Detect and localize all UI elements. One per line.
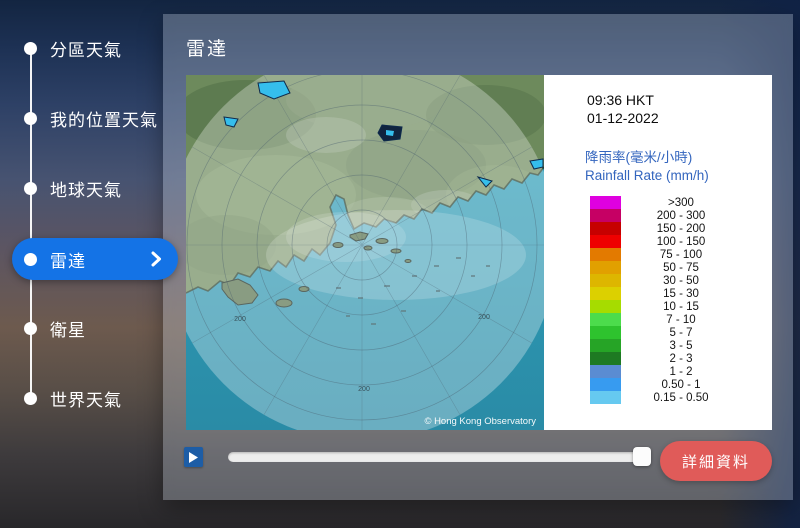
bullet-dot-icon	[24, 111, 37, 125]
bullet-dot-icon	[24, 181, 37, 195]
sidebar-item-world-weather[interactable]: 世界天氣	[12, 377, 178, 419]
rainfall-scale-label: 100 - 150	[656, 235, 706, 248]
rainfall-swatch	[590, 287, 621, 300]
rainfall-scale-row: 10 - 15	[590, 300, 741, 313]
bullet-dot-icon	[24, 321, 37, 335]
rainfall-swatch	[590, 326, 621, 339]
rainfall-scale-label: 3 - 5	[669, 339, 693, 352]
page-title: 雷達	[186, 39, 229, 60]
sidebar-item-label: 地球天氣	[50, 180, 122, 200]
range-ring-label: 200	[358, 386, 370, 393]
rainfall-swatch	[590, 391, 621, 404]
sidebar-item-radar[interactable]: 雷達	[12, 238, 178, 280]
radar-timestamp-date: 01-12-2022	[587, 109, 659, 126]
radar-map-graphic: 200 200 200 © Hong Kong Observatory	[186, 75, 544, 430]
rainfall-scale-label: 5 - 7	[669, 326, 693, 339]
rainfall-swatch	[590, 222, 621, 235]
rainfall-scale-row: 5 - 7	[590, 326, 741, 339]
rainfall-swatch	[590, 300, 621, 313]
rainfall-scale-label: 30 - 50	[663, 274, 699, 287]
rainfall-swatch	[590, 339, 621, 352]
rainfall-swatch	[590, 196, 621, 209]
animation-slider-track[interactable]	[228, 452, 650, 462]
rainfall-scale-label: 75 - 100	[659, 248, 703, 261]
chevron-right-icon	[151, 251, 161, 267]
detail-info-button[interactable]: 詳細資料	[660, 441, 772, 481]
rainfall-scale-label: 15 - 30	[663, 287, 699, 300]
rainfall-scale-label: 1 - 2	[669, 365, 693, 378]
rainfall-scale-label: 2 - 3	[669, 352, 693, 365]
rainfall-scale-row: 100 - 150	[590, 235, 741, 248]
rainfall-scale-row: 0.50 - 1	[590, 378, 741, 391]
legend-title-en: Rainfall Rate (mm/h)	[585, 167, 709, 183]
sidebar-item-district-weather[interactable]: 分區天氣	[12, 27, 178, 69]
rainfall-swatch	[590, 274, 621, 287]
play-icon	[189, 451, 198, 463]
rainfall-legend: 09:36 HKT 01-12-2022 降雨率(毫米/小時) Rainfall…	[544, 75, 772, 430]
rainfall-scale-row: 150 - 200	[590, 222, 741, 235]
rainfall-swatch	[590, 261, 621, 274]
rainfall-scale-label: 150 - 200	[656, 222, 706, 235]
rainfall-swatch	[590, 209, 621, 222]
rainfall-scale-row: 15 - 30	[590, 287, 741, 300]
rainfall-swatch	[590, 352, 621, 365]
sidebar-item-earth-weather[interactable]: 地球天氣	[12, 167, 178, 209]
rainfall-swatch	[590, 248, 621, 261]
rainfall-scale-label: 7 - 10	[666, 313, 696, 326]
radar-panel: 雷達 200 200 200 © Hong Kong Observatory 0…	[163, 14, 793, 500]
rainfall-scale-row: 2 - 3	[590, 352, 741, 365]
sidebar-item-label: 世界天氣	[50, 390, 122, 410]
rainfall-scale: >300 200 - 300 150 - 200 100 - 150 75 - 100 5…	[590, 196, 741, 404]
rainfall-scale-row: 0.15 - 0.50	[590, 391, 741, 404]
rainfall-scale-row: 30 - 50	[590, 274, 741, 287]
rainfall-swatch	[590, 313, 621, 326]
rainfall-scale-row: 1 - 2	[590, 365, 741, 378]
bullet-dot-icon	[24, 391, 37, 405]
sidebar-item-label: 我的位置天氣	[50, 110, 158, 130]
rainfall-scale-row: 50 - 75	[590, 261, 741, 274]
radar-map-image[interactable]: 200 200 200 © Hong Kong Observatory	[186, 75, 544, 430]
rainfall-scale-label: 0.15 - 0.50	[653, 391, 709, 404]
sidebar-item-label: 分區天氣	[50, 40, 122, 60]
range-ring-label: 200	[478, 314, 490, 321]
range-ring-label: 200	[234, 316, 246, 323]
legend-title-zh: 降雨率(毫米/小時)	[585, 149, 693, 165]
rainfall-swatch	[590, 378, 621, 391]
rainfall-scale-row: 75 - 100	[590, 248, 741, 261]
bullet-dot-icon	[24, 252, 37, 266]
sidebar-item-my-location-weather[interactable]: 我的位置天氣	[12, 97, 178, 139]
rainfall-scale-row: >300	[590, 196, 741, 209]
radar-timestamp-time: 09:36 HKT	[587, 92, 654, 108]
animation-slider-thumb[interactable]	[633, 447, 651, 466]
sidebar-item-satellite[interactable]: 衛星	[12, 307, 178, 349]
rainfall-scale-label: 10 - 15	[663, 300, 699, 313]
rainfall-swatch	[590, 235, 621, 248]
rainfall-scale-label: 0.50 - 1	[661, 378, 701, 391]
rainfall-swatch	[590, 365, 621, 378]
rainfall-scale-label: 200 - 300	[656, 209, 706, 222]
rainfall-scale-row: 7 - 10	[590, 313, 741, 326]
bullet-dot-icon	[24, 41, 37, 55]
rainfall-scale-label: >300	[668, 196, 694, 209]
sidebar-item-label: 衛星	[50, 320, 86, 340]
copyright-text: © Hong Kong Observatory	[424, 416, 536, 427]
play-button[interactable]	[184, 447, 203, 467]
rainfall-scale-row: 200 - 300	[590, 209, 741, 222]
rainfall-scale-label: 50 - 75	[663, 261, 699, 274]
rainfall-scale-row: 3 - 5	[590, 339, 741, 352]
sidebar-item-label: 雷達	[50, 251, 86, 271]
